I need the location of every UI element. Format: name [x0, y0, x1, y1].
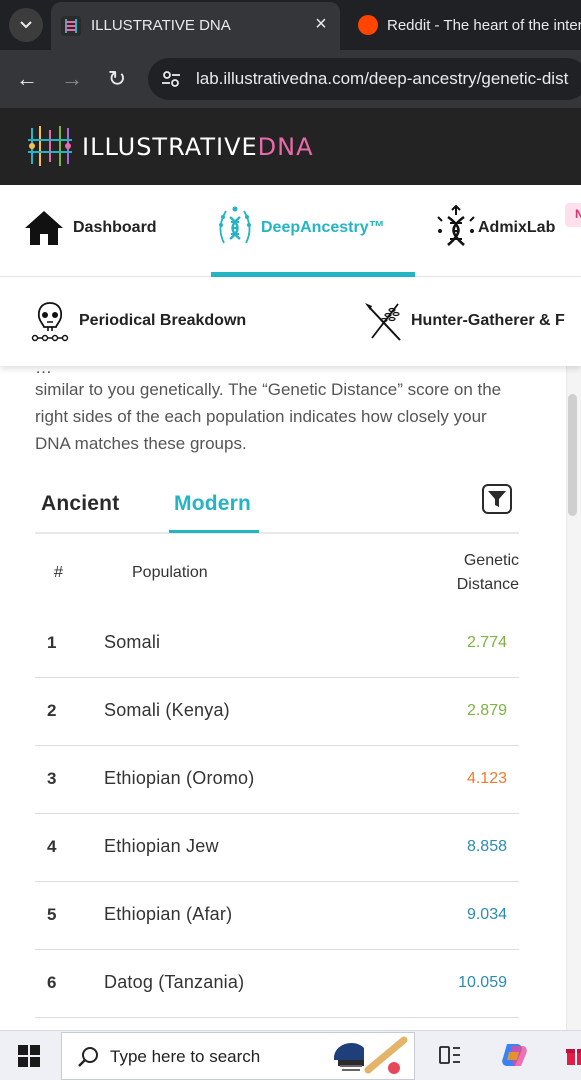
row-distance: 9.034 — [466, 906, 507, 923]
header-distance-line2: Distance — [456, 576, 519, 593]
search-icon — [78, 1047, 98, 1067]
tab-title: ILLUSTRATIVE DNA — [91, 17, 231, 34]
windows-start-icon[interactable] — [18, 1045, 40, 1067]
header-population: Population — [132, 564, 208, 581]
tab-active-indicator — [169, 530, 259, 533]
row-rank: 2 — [47, 701, 57, 720]
site-header: ILLUSTRATIVEDNA — [0, 108, 581, 185]
row-rank: 6 — [47, 973, 57, 992]
description-text: similar to you genetically. The “Genetic… — [35, 380, 502, 453]
chevron-down-icon — [20, 21, 32, 29]
table-row[interactable]: 4 Ethiopian Jew 8.858 — [35, 814, 519, 882]
row-population: Datog (Tanzania) — [104, 972, 245, 992]
site-info-icon[interactable] — [160, 68, 182, 90]
nav-label: AdmixLab — [478, 219, 556, 236]
spear-wheat-icon — [365, 303, 401, 341]
windows-taskbar: Type here to search — [0, 1030, 581, 1080]
row-rank: 5 — [47, 905, 57, 924]
sub-nav: Periodical Breakdown Hunter-Gatherer & F — [0, 278, 581, 366]
nav-dashboard[interactable]: Dashboard — [24, 185, 194, 277]
row-distance: 8.858 — [466, 838, 507, 855]
browser-tab-strip: ILLUSTRATIVE DNA × Reddit - The heart of… — [0, 0, 581, 50]
admix-dna-icon — [437, 205, 475, 246]
subnav-periodical-breakdown[interactable]: Periodical Breakdown — [30, 278, 290, 366]
cricket-widget-icon[interactable] — [328, 1032, 408, 1078]
row-rank: 1 — [47, 633, 57, 652]
tab-modern[interactable]: Modern — [174, 492, 251, 516]
tab-title: Reddit - The heart of the inter — [387, 17, 581, 34]
table-row[interactable]: 6 Datog (Tanzania) 10.059 — [35, 950, 519, 1018]
forward-arrow-icon[interactable]: → — [57, 64, 87, 94]
tab-ancient[interactable]: Ancient — [41, 492, 119, 516]
browser-tab-active[interactable]: ILLUSTRATIVE DNA × — [51, 2, 340, 50]
illustrativedna-favicon-icon — [61, 16, 81, 36]
period-tabs: Ancient Modern — [35, 484, 519, 534]
skull-timeline-icon — [31, 302, 69, 342]
dna-laurel-icon — [219, 206, 251, 244]
table-row[interactable]: 5 Ethiopian (Afar) 9.034 — [35, 882, 519, 950]
nav-deepancestry[interactable]: DeepAncestry™ — [216, 185, 416, 277]
back-arrow-icon[interactable]: ← — [12, 64, 42, 94]
new-badge: N — [565, 203, 581, 227]
filter-button[interactable] — [482, 484, 512, 514]
active-nav-indicator — [211, 272, 415, 277]
row-distance: 2.774 — [466, 634, 507, 651]
row-population: Ethiopian Jew — [104, 836, 219, 856]
row-population: Ethiopian (Oromo) — [104, 768, 255, 788]
row-population: Ethiopian (Afar) — [104, 904, 233, 924]
logo-text[interactable]: ILLUSTRATIVEDNA — [82, 133, 314, 161]
tab-search-button[interactable] — [9, 8, 43, 42]
search-placeholder: Type here to search — [110, 1047, 261, 1066]
gift-icon[interactable] — [566, 1044, 581, 1066]
nav-label: DeepAncestry™ — [261, 219, 385, 236]
main-nav: Dashboard DeepAncestry™ AdmixLab — [0, 185, 581, 277]
browser-toolbar: ← → ↻ lab.illustrativedna.com/deep-ances… — [0, 50, 581, 108]
scrollbar-thumb[interactable] — [568, 394, 577, 516]
table-row[interactable]: 2 Somali (Kenya) 2.879 — [35, 678, 519, 746]
copilot-icon[interactable] — [499, 1040, 529, 1070]
filter-icon — [488, 491, 506, 507]
url-text: lab.illustrativedna.com/deep-ancestry/ge… — [196, 69, 569, 88]
logo-text-accent: DNA — [257, 133, 314, 161]
browser-tab-reddit[interactable]: Reddit - The heart of the inter — [350, 2, 581, 50]
home-icon — [25, 211, 63, 245]
table-row[interactable]: 1 Somali 2.774 — [35, 610, 519, 678]
row-population: Somali — [104, 632, 161, 652]
logo-text-main: ILLUSTRATIVE — [82, 133, 258, 161]
nav-admixlab[interactable]: AdmixLab — [436, 185, 581, 277]
header-distance-line1: Genetic — [463, 552, 519, 569]
reload-icon[interactable]: ↻ — [102, 64, 132, 94]
reddit-favicon-icon — [358, 15, 378, 35]
row-distance: 4.123 — [466, 770, 507, 787]
row-distance: 2.879 — [466, 702, 507, 719]
row-distance: 10.059 — [458, 974, 507, 991]
row-population: Somali (Kenya) — [104, 700, 230, 720]
row-rank: 4 — [47, 837, 57, 856]
address-bar[interactable]: lab.illustrativedna.com/deep-ancestry/ge… — [148, 58, 581, 100]
main-content: … similar to you genetically. The “Genet… — [0, 366, 581, 1030]
header-rank: # — [54, 564, 63, 581]
row-rank: 3 — [47, 769, 57, 788]
close-tab-icon[interactable]: × — [309, 12, 333, 36]
subnav-hunter-gatherer[interactable]: Hunter-Gatherer & F — [362, 278, 581, 366]
logo-chromosome-icon[interactable] — [24, 120, 76, 172]
subnav-label: Periodical Breakdown — [79, 312, 247, 329]
table-row[interactable]: 3 Ethiopian (Oromo) 4.123 — [35, 746, 519, 814]
nav-label: Dashboard — [73, 219, 157, 236]
subnav-label: Hunter-Gatherer & F — [411, 312, 565, 329]
table-header: # Population Genetic Distance — [35, 544, 519, 610]
task-view-icon[interactable] — [438, 1043, 462, 1067]
